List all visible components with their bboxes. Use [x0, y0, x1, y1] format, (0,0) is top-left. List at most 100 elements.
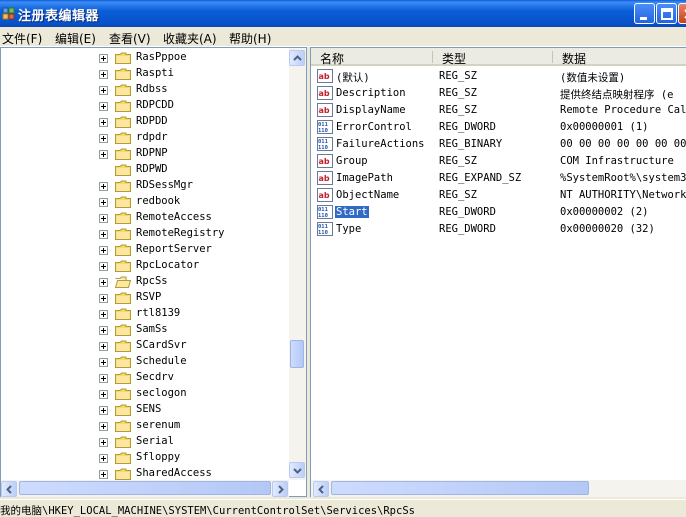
- folder-icon: [115, 372, 131, 384]
- expand-plus-icon[interactable]: [99, 470, 108, 479]
- title-bar[interactable]: 注册表编辑器: [0, 0, 686, 27]
- expand-plus-icon[interactable]: [99, 390, 108, 399]
- tree-item[interactable]: Secdrv: [1, 370, 289, 386]
- tree-item[interactable]: SamSs: [1, 322, 289, 338]
- expand-plus-icon[interactable]: [99, 150, 108, 159]
- svg-text:110: 110: [318, 128, 328, 134]
- tree-item[interactable]: Sfloppy: [1, 450, 289, 466]
- values-hscroll-thumb[interactable]: [331, 481, 589, 495]
- expand-plus-icon[interactable]: [99, 262, 108, 271]
- regedit-app-icon: [2, 7, 15, 20]
- expand-plus-icon[interactable]: [99, 326, 108, 335]
- tree-item[interactable]: RemoteRegistry: [1, 226, 289, 242]
- tree-item[interactable]: RpcLocator: [1, 258, 289, 274]
- column-header-data[interactable]: 数据: [553, 48, 686, 66]
- tree-item[interactable]: redbook: [1, 194, 289, 210]
- svg-text:ab: ab: [319, 72, 330, 81]
- expand-plus-icon[interactable]: [99, 246, 108, 255]
- tree-item[interactable]: Rdbss: [1, 82, 289, 98]
- expand-plus-icon[interactable]: [99, 134, 108, 143]
- tree-hscroll-thumb[interactable]: [19, 481, 271, 495]
- value-row[interactable]: 011 110 FailureActions REG_BINARY 00 00 00 0…: [311, 136, 686, 153]
- registry-key-tree[interactable]: RasPppoe Raspti Rdbss RDPCDD RDPDD rdpdr RDPNP…: [0, 47, 307, 497]
- value-row[interactable]: ab ObjectName REG_SZ NT AUTHORITY\NetworkS: [311, 187, 686, 204]
- tree-item[interactable]: SharedAccess: [1, 466, 289, 480]
- value-data: Remote Procedure Call: [560, 104, 686, 116]
- expand-plus-icon[interactable]: [99, 278, 108, 287]
- tree-item[interactable]: RDPCDD: [1, 98, 289, 114]
- folder-icon: [115, 100, 131, 112]
- tree-item[interactable]: SENS: [1, 402, 289, 418]
- minimize-button[interactable]: [634, 3, 655, 24]
- registry-values-list[interactable]: 名称 类型 数据 ab (默认) REG_SZ (数值未设置) ab Descriptio…: [310, 47, 686, 497]
- value-row[interactable]: ab (默认) REG_SZ (数值未设置): [311, 68, 686, 85]
- tree-item[interactable]: RasPppoe: [1, 50, 289, 66]
- folder-icon: [115, 308, 131, 320]
- expand-plus-icon[interactable]: [99, 102, 108, 111]
- tree-item-label: redbook: [136, 195, 181, 207]
- value-row[interactable]: ab ImagePath REG_EXPAND_SZ %SystemRoot%\sys…: [311, 170, 686, 187]
- expand-plus-icon[interactable]: [99, 230, 108, 239]
- values-horizontal-scrollbar[interactable]: [311, 480, 686, 497]
- expand-plus-icon[interactable]: [99, 406, 108, 415]
- expand-plus-icon[interactable]: [99, 422, 108, 431]
- tree-item[interactable]: Schedule: [1, 354, 289, 370]
- tree-item[interactable]: RSVP: [1, 290, 289, 306]
- expand-plus-icon[interactable]: [99, 54, 108, 63]
- value-type: REG_BINARY: [439, 138, 503, 150]
- value-row[interactable]: 011 110 Type REG_DWORD 0x00000020 (32): [311, 221, 686, 238]
- tree-item[interactable]: RDSessMgr: [1, 178, 289, 194]
- expand-plus-icon[interactable]: [99, 86, 108, 95]
- expand-plus-icon[interactable]: [99, 182, 108, 191]
- tree-item[interactable]: rtl8139: [1, 306, 289, 322]
- tree-item[interactable]: serenum: [1, 418, 289, 434]
- expand-plus-icon[interactable]: [99, 454, 108, 463]
- tree-scroll-down-button[interactable]: [289, 462, 305, 478]
- expand-plus-icon[interactable]: [99, 70, 108, 79]
- expand-plus-icon[interactable]: [99, 342, 108, 351]
- value-row[interactable]: ab DisplayName REG_SZ Remote Procedure Call: [311, 102, 686, 119]
- tree-item[interactable]: Raspti: [1, 66, 289, 82]
- value-row[interactable]: 011 110 Start REG_DWORD 0x00000002 (2): [311, 204, 686, 221]
- tree-item[interactable]: seclogon: [1, 386, 289, 402]
- tree-item[interactable]: RDPWD: [1, 162, 289, 178]
- tree-item-label: RasPppoe: [136, 51, 187, 63]
- tree-item[interactable]: SCardSvr: [1, 338, 289, 354]
- tree-horizontal-scrollbar[interactable]: [1, 480, 289, 497]
- tree-item[interactable]: RemoteAccess: [1, 210, 289, 226]
- tree-vertical-scrollbar[interactable]: [289, 48, 306, 480]
- expand-plus-icon[interactable]: [99, 294, 108, 303]
- expand-plus-icon[interactable]: [99, 310, 108, 319]
- expand-plus-icon[interactable]: [99, 214, 108, 223]
- tree-item[interactable]: ReportServer: [1, 242, 289, 258]
- value-row[interactable]: ab Description REG_SZ 提供终结点映射程序 (e: [311, 85, 686, 102]
- value-row[interactable]: ab Group REG_SZ COM Infrastructure: [311, 153, 686, 170]
- tree-item-label: seclogon: [136, 387, 187, 399]
- column-divider[interactable]: [432, 51, 433, 63]
- expand-plus-icon[interactable]: [99, 358, 108, 367]
- svg-text:110: 110: [318, 145, 328, 151]
- expand-plus-icon[interactable]: [99, 118, 108, 127]
- values-scroll-left-button[interactable]: [313, 481, 329, 497]
- tree-item-label: RemoteRegistry: [136, 227, 225, 239]
- tree-scroll-left-button[interactable]: [1, 481, 17, 497]
- tree-item[interactable]: rdpdr: [1, 130, 289, 146]
- column-divider[interactable]: [552, 51, 553, 63]
- tree-item[interactable]: RDPDD: [1, 114, 289, 130]
- expand-plus-icon[interactable]: [99, 438, 108, 447]
- tree-item[interactable]: RDPNP: [1, 146, 289, 162]
- tree-item-label: Serial: [136, 435, 174, 447]
- close-button[interactable]: [678, 3, 686, 24]
- tree-item[interactable]: Serial: [1, 434, 289, 450]
- tree-scroll-up-button[interactable]: [289, 50, 305, 66]
- value-row[interactable]: 011 110 ErrorControl REG_DWORD 0x00000001 (1…: [311, 119, 686, 136]
- expand-plus-icon[interactable]: [99, 198, 108, 207]
- column-header-type[interactable]: 类型: [433, 48, 553, 66]
- maximize-button[interactable]: [656, 3, 677, 24]
- tree-scroll-right-button[interactable]: [272, 481, 288, 497]
- value-data: (数值未设置): [560, 72, 626, 84]
- expand-plus-icon[interactable]: [99, 374, 108, 383]
- column-header-name[interactable]: 名称: [311, 48, 433, 66]
- tree-item[interactable]: RpcSs: [1, 274, 289, 290]
- tree-scroll-thumb[interactable]: [290, 340, 304, 368]
